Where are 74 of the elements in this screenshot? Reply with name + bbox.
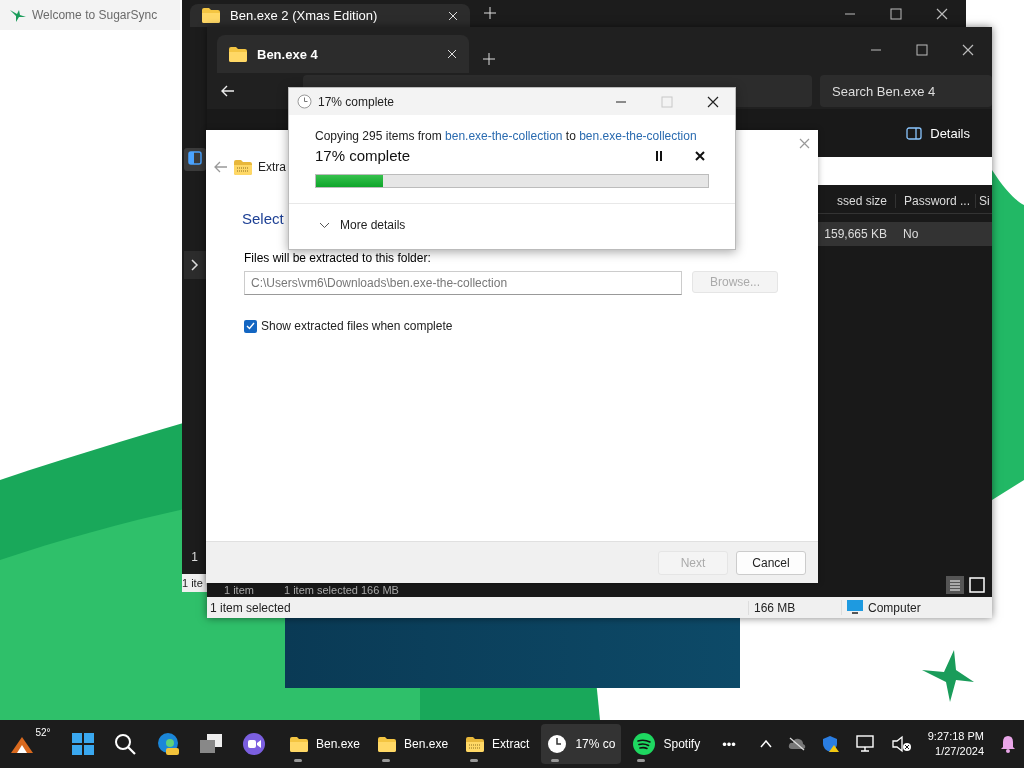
status-text: 1 item selected 166 MB [283,584,399,596]
table-cell-text: No [902,227,920,241]
computer-icon [847,600,863,615]
chevron-up-icon[interactable] [759,740,772,748]
browser-icon[interactable] [156,732,180,756]
chevron-right-icon[interactable] [190,259,199,271]
clock-icon [547,734,568,754]
checkbox-label: Show extracted files when complete [261,319,453,333]
folder-icon [229,46,247,62]
chevron-down-icon [319,221,330,229]
destination-link[interactable]: ben.exe-the-collection [579,129,697,143]
maximize-button[interactable] [916,44,928,56]
status-text: 1 item selected [209,600,292,615]
temperature-text[interactable]: 52° [35,727,51,738]
folder-icon [202,8,220,23]
pause-icon[interactable] [655,150,663,161]
taskbar-app[interactable]: 17% co [541,724,622,764]
table-cell-text: 159,665 KB [823,227,888,241]
column-header[interactable]: Si [975,194,992,208]
close-icon[interactable] [695,150,705,161]
details-pane-icon [906,126,923,140]
search-field[interactable]: Search Ben.exe 4 [820,75,992,107]
zip-folder-icon [234,159,252,175]
close-button[interactable] [936,7,948,20]
maximize-button[interactable] [890,7,902,20]
step-heading: Select [242,210,284,227]
folder-icon [290,736,308,752]
taskbar-app[interactable]: Extract [460,724,536,764]
cloud-off-icon[interactable] [787,737,806,751]
plus-icon[interactable] [484,7,496,19]
row-number: 1 [191,550,198,564]
spotify-icon [633,733,656,755]
speaker-muted-icon[interactable] [891,735,912,753]
taskbar-app[interactable]: Ben.exe [284,724,367,764]
taskbar-app[interactable]: Ben.exe [372,724,455,764]
source-link[interactable]: ben.exe-the-collection [445,129,563,143]
column-header[interactable]: Password ... [895,194,975,208]
overflow-button[interactable]: ••• [722,736,736,752]
windows-start-icon[interactable] [72,733,94,755]
copy-message: Copying 295 items from ben.exe-the-collection to ben.exe-the-collection [315,129,698,143]
more-details-toggle[interactable]: More details [289,203,735,232]
status-text: 1 ite [182,577,203,589]
window-tab[interactable]: Ben.exe 2 (Xmas Edition) [190,4,470,27]
status-text: 166 MB [748,600,841,615]
dialog-title: Extra [258,160,286,174]
network-icon[interactable] [855,735,876,753]
column-header[interactable]: ssed size [818,194,895,208]
pane-toggle-icon[interactable] [187,151,202,165]
close-button[interactable] [962,44,974,56]
status-text: Computer [868,600,921,615]
thumbnail-view-icon[interactable] [968,575,986,594]
details-button[interactable]: Details [900,124,976,142]
folder-icon [378,736,397,752]
details-view-icon[interactable] [946,575,964,594]
plus-icon[interactable] [483,53,495,65]
dialog-button[interactable]: Cancel [736,550,806,575]
close-button[interactable] [707,95,719,108]
window-title: 17% complete [318,94,395,109]
status-text: 1 item [224,584,254,596]
taskbar-app[interactable]: Spotify [627,724,707,764]
task-view-icon[interactable] [200,734,222,754]
system-clock[interactable]: 9:27:18 PM 1/27/2024 [927,729,984,759]
banner-title: Welcome to SugarSync [32,8,158,22]
progress-status: 17% complete [315,147,412,164]
shield-warning-icon[interactable] [821,735,840,753]
search-icon[interactable] [114,733,136,755]
checkbox[interactable] [244,319,257,333]
window-tab[interactable]: Ben.exe 4 [217,35,469,73]
notification-bell-icon[interactable] [1000,735,1016,753]
zip-folder-icon [466,736,485,752]
folder-path-field[interactable]: C:\Users\vm6\Downloads\ben.exe-the-collection [244,271,682,295]
field-label: Files will be extracted to this folder: [244,251,432,265]
chat-icon[interactable] [242,732,266,756]
clock-icon [297,94,312,109]
